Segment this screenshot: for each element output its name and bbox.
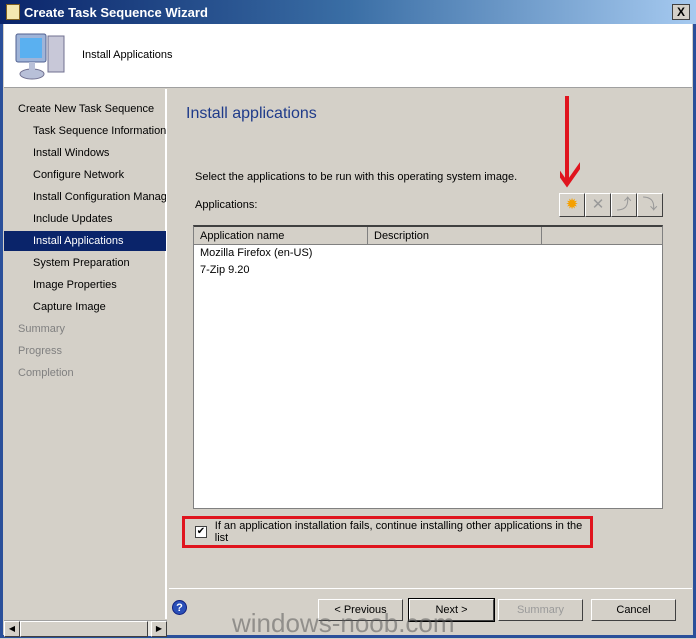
sidebar-step: Create New Task Sequence [18, 103, 155, 115]
move-down-icon: ⤵ [642, 196, 658, 213]
description: Select the applications to be run with t… [195, 171, 518, 183]
delete-icon: ✕ [591, 196, 605, 213]
list-item[interactable]: Mozilla Firefox (en-US) [194, 245, 662, 262]
sidebar-step: Include Updates [33, 213, 113, 225]
window-title: Create Task Sequence Wizard [24, 4, 208, 20]
new-application-button[interactable]: ✹ [559, 193, 585, 217]
column-header-description[interactable]: Description [368, 227, 542, 244]
sidebar-step: Capture Image [33, 301, 106, 313]
close-button[interactable]: X [672, 4, 690, 20]
sidebar-step: System Preparation [33, 257, 130, 269]
sidebar-step: Progress [18, 345, 63, 357]
cancel-button[interactable]: Cancel [591, 599, 676, 621]
wizard-icon [6, 4, 20, 20]
sidebar-step: Image Properties [33, 279, 117, 291]
new-star-icon: ✹ [565, 196, 579, 213]
scroll-left-icon[interactable]: ◀ [4, 621, 20, 637]
sidebar-step: Completion [18, 367, 74, 379]
main-panel: Install applications Select the applicat… [169, 89, 692, 589]
watermark: windows-noob.com [232, 608, 455, 638]
help-icon[interactable]: ? [172, 600, 187, 615]
summary-button[interactable]: Summary [498, 599, 583, 621]
move-up-button[interactable]: ⤴ [611, 193, 637, 217]
computer-icon [15, 33, 65, 80]
wizard-steps: Create New Task Sequence Task Sequence In… [4, 89, 167, 619]
sidebar-step: Install Applications [4, 231, 166, 251]
continue-on-failure-checkbox[interactable]: ✔ [195, 526, 207, 538]
scroll-right-icon[interactable]: ▶ [151, 621, 167, 637]
continue-on-failure-option[interactable]: ✔ If an application installation fails, … [182, 516, 593, 548]
list-header: Application name Description [194, 227, 662, 245]
delete-button[interactable]: ✕ [585, 193, 611, 217]
sidebar-step: Task Sequence Information [33, 125, 166, 137]
header-title: Install Applications [82, 49, 173, 61]
title-bar: Create Task Sequence Wizard X [0, 0, 696, 24]
applications-label: Applications: [195, 199, 258, 211]
applications-list[interactable]: Application name Description Mozilla Fir… [193, 225, 663, 509]
checkbox-label: If an application installation fails, co… [214, 520, 583, 544]
list-item[interactable]: 7-Zip 9.20 [194, 262, 662, 279]
scroll-thumb[interactable] [20, 621, 148, 637]
horizontal-scrollbar[interactable]: ◀ ▶ [4, 620, 167, 637]
wizard-header: Install Applications [4, 24, 692, 88]
move-down-button[interactable]: ⤵ [637, 193, 663, 217]
sidebar-step: Install Windows [33, 147, 110, 159]
column-header-name[interactable]: Application name [194, 227, 368, 244]
page-title: Install applications [186, 105, 317, 122]
sidebar-step: Install Configuration Manager [33, 191, 166, 203]
separator [169, 588, 692, 589]
sidebar-step: Configure Network [33, 169, 125, 181]
annotation-arrow-icon [560, 96, 580, 188]
sidebar-step: Summary [18, 323, 66, 335]
move-up-icon: ⤴ [616, 196, 632, 213]
